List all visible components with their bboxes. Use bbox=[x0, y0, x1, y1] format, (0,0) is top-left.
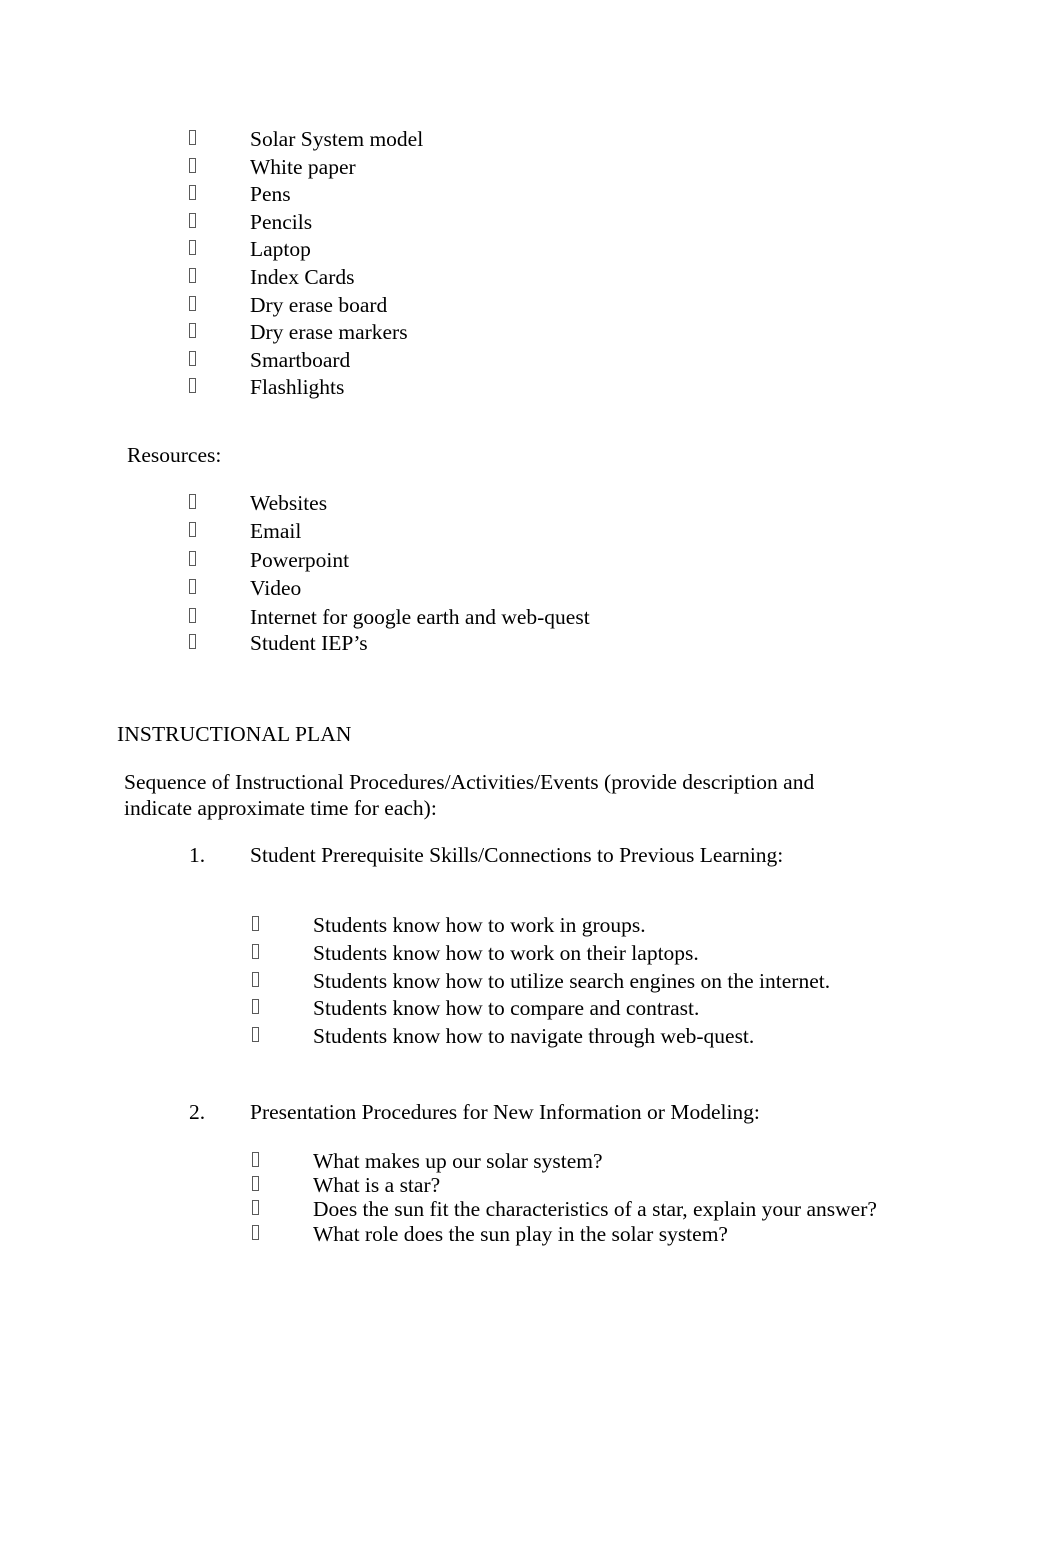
bullet-icon bbox=[189, 292, 250, 320]
bullet-icon bbox=[189, 209, 250, 237]
list-item-label: Laptop bbox=[250, 237, 311, 262]
instructional-plan-heading: INSTRUCTIONAL PLAN bbox=[117, 722, 352, 746]
list-item-label: Internet for google earth and web-quest bbox=[250, 604, 590, 629]
list-item: What role does the sun play in the solar… bbox=[252, 1222, 877, 1246]
bullet-icon bbox=[189, 489, 250, 517]
materials-list: Solar System model White paper Pens Penc… bbox=[189, 126, 423, 402]
list-item-label: Email bbox=[250, 519, 302, 544]
list-item-label: Dry erase board bbox=[250, 292, 388, 317]
list-item: Students know how to utilize search engi… bbox=[252, 968, 830, 996]
presentation-questions-list: What makes up our solar system? What is … bbox=[252, 1149, 877, 1246]
bullet-icon bbox=[252, 995, 313, 1023]
list-item-label: Powerpoint bbox=[250, 547, 350, 572]
sequence-paragraph: Sequence of Instructional Procedures/Act… bbox=[124, 770, 815, 820]
bullet-icon bbox=[189, 154, 250, 182]
bullet-icon bbox=[252, 912, 313, 940]
bullet-icon bbox=[189, 574, 250, 602]
list-item: Pens bbox=[189, 181, 423, 209]
bullet-icon bbox=[252, 1197, 313, 1221]
step-1: 1. Student Prerequisite Skills/Connectio… bbox=[189, 842, 783, 869]
list-item: Dry erase markers bbox=[189, 319, 423, 347]
step-title: Student Prerequisite Skills/Connections … bbox=[250, 843, 784, 867]
numbered-list-item: 1. Student Prerequisite Skills/Connectio… bbox=[189, 842, 783, 869]
bullet-icon bbox=[189, 546, 250, 574]
bullet-icon bbox=[252, 1173, 313, 1197]
list-item-label: What role does the sun play in the solar… bbox=[313, 1221, 728, 1246]
bullet-icon bbox=[252, 940, 313, 968]
list-item-label: Pencils bbox=[250, 209, 313, 234]
list-item-label: Flashlights bbox=[250, 375, 345, 400]
bullet-icon bbox=[252, 1222, 313, 1246]
step-title: Presentation Procedures for New Informat… bbox=[250, 1100, 760, 1124]
list-item: Powerpoint bbox=[189, 546, 590, 574]
list-item: What is a star? bbox=[252, 1173, 877, 1197]
list-item-label: What makes up our solar system? bbox=[313, 1149, 603, 1173]
step-number: 2. bbox=[189, 1100, 206, 1124]
list-item: Student IEP’s bbox=[189, 631, 590, 656]
list-item-label: Does the sun fit the characteristics of … bbox=[313, 1197, 877, 1222]
list-item-label: White paper bbox=[250, 154, 356, 179]
list-item: Smartboard bbox=[189, 347, 423, 375]
bullet-icon bbox=[189, 374, 250, 402]
list-item-label: Students know how to utilize search engi… bbox=[313, 968, 831, 993]
bullet-icon bbox=[252, 1149, 313, 1173]
list-item-label: Students know how to work on their lapto… bbox=[313, 940, 699, 965]
list-item-label: Students know how to work in groups. bbox=[313, 913, 646, 937]
resources-label: Resources: bbox=[127, 443, 222, 467]
bullet-icon bbox=[252, 1023, 313, 1051]
bullet-icon bbox=[189, 126, 250, 154]
list-item: Students know how to work on their lapto… bbox=[252, 940, 830, 968]
list-item-label: Student IEP’s bbox=[250, 630, 368, 655]
prerequisite-skills-list: Students know how to work in groups. Stu… bbox=[252, 912, 830, 1051]
bullet-icon bbox=[189, 264, 250, 292]
step-2: 2. Presentation Procedures for New Infor… bbox=[189, 1099, 760, 1126]
list-item: Dry erase board bbox=[189, 292, 423, 320]
list-item-label: Websites bbox=[250, 491, 328, 515]
list-item: Laptop bbox=[189, 236, 423, 264]
list-item: Flashlights bbox=[189, 374, 423, 402]
bullet-icon bbox=[252, 968, 313, 996]
bullet-icon bbox=[189, 347, 250, 375]
list-item-label: Students know how to navigate through we… bbox=[313, 1024, 755, 1049]
list-item-label: What is a star? bbox=[313, 1173, 441, 1198]
list-item-label: Students know how to compare and contras… bbox=[313, 996, 700, 1021]
list-item: Index Cards bbox=[189, 264, 423, 292]
list-item: Email bbox=[189, 517, 590, 545]
list-item: Websites bbox=[189, 489, 590, 517]
document-page: Solar System model White paper Pens Penc… bbox=[0, 0, 1062, 1556]
list-item: Does the sun fit the characteristics of … bbox=[252, 1197, 877, 1221]
bullet-icon bbox=[189, 181, 250, 209]
list-item: Internet for google earth and web-quest bbox=[189, 603, 590, 631]
list-item: What makes up our solar system? bbox=[252, 1149, 877, 1173]
step-number: 1. bbox=[189, 843, 206, 867]
list-item: Solar System model bbox=[189, 126, 423, 154]
list-item-label: Index Cards bbox=[250, 264, 355, 289]
list-item: White paper bbox=[189, 154, 423, 182]
list-item: Pencils bbox=[189, 209, 423, 237]
list-item: Video bbox=[189, 574, 590, 602]
list-item: Students know how to navigate through we… bbox=[252, 1023, 830, 1051]
bullet-icon bbox=[189, 517, 250, 545]
list-item-label: Video bbox=[250, 576, 302, 601]
numbered-list-item: 2. Presentation Procedures for New Infor… bbox=[189, 1099, 760, 1126]
list-item-label: Solar System model bbox=[250, 127, 424, 151]
bullet-icon bbox=[189, 236, 250, 264]
bullet-icon bbox=[189, 319, 250, 347]
list-item: Students know how to work in groups. bbox=[252, 912, 830, 940]
bullet-icon bbox=[189, 631, 250, 656]
list-item-label: Smartboard bbox=[250, 347, 351, 372]
list-item-label: Dry erase markers bbox=[250, 320, 408, 345]
list-item: Students know how to compare and contras… bbox=[252, 995, 830, 1023]
bullet-icon bbox=[189, 603, 250, 631]
list-item-label: Pens bbox=[250, 182, 291, 207]
resources-list: Websites Email Powerpoint Video Internet… bbox=[189, 489, 590, 656]
